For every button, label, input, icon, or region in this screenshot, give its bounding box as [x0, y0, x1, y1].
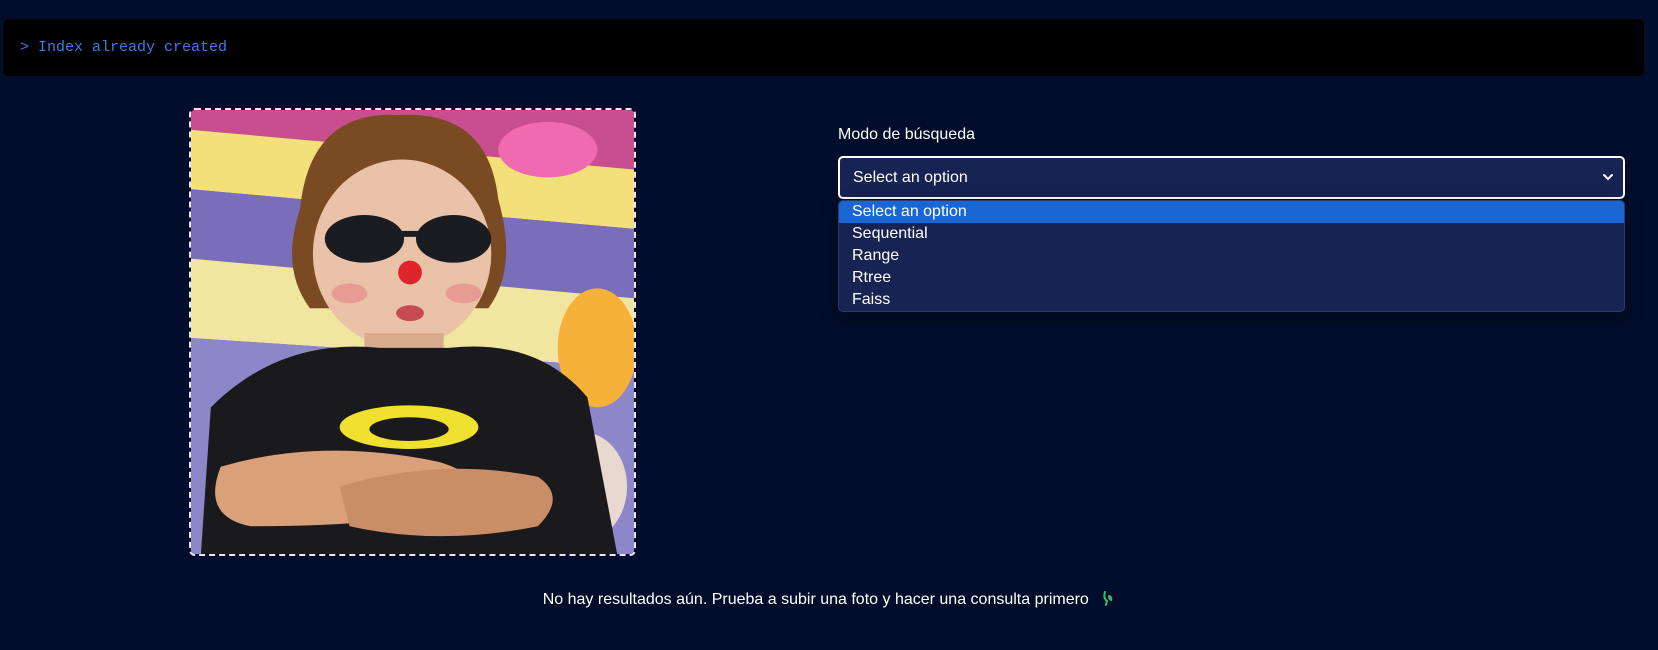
uploaded-photo: [191, 110, 634, 554]
option-rtree[interactable]: Rtree: [839, 267, 1624, 289]
results-empty-state: No hay resultados aún. Prueba a subir un…: [0, 590, 1658, 609]
search-mode-options-list: Select an option Sequential Range Rtree …: [838, 200, 1625, 312]
option-sequential[interactable]: Sequential: [839, 223, 1624, 245]
option-range[interactable]: Range: [839, 245, 1624, 267]
search-mode-selected-value: Select an option: [853, 168, 968, 186]
results-empty-message: No hay resultados aún. Prueba a subir un…: [542, 591, 1089, 608]
console-output: > Index already created: [3, 19, 1644, 76]
search-mode-select[interactable]: Select an option: [838, 156, 1625, 199]
console-prompt: >: [20, 39, 30, 56]
search-mode-label: Modo de búsqueda: [838, 126, 975, 143]
option-select-an-option[interactable]: Select an option: [839, 201, 1624, 223]
console-message: Index already created: [38, 39, 228, 56]
leaf-icon: [1103, 591, 1113, 606]
option-faiss[interactable]: Faiss: [839, 289, 1624, 311]
image-dropzone[interactable]: [189, 108, 636, 556]
chevron-down-icon: [1603, 174, 1613, 180]
